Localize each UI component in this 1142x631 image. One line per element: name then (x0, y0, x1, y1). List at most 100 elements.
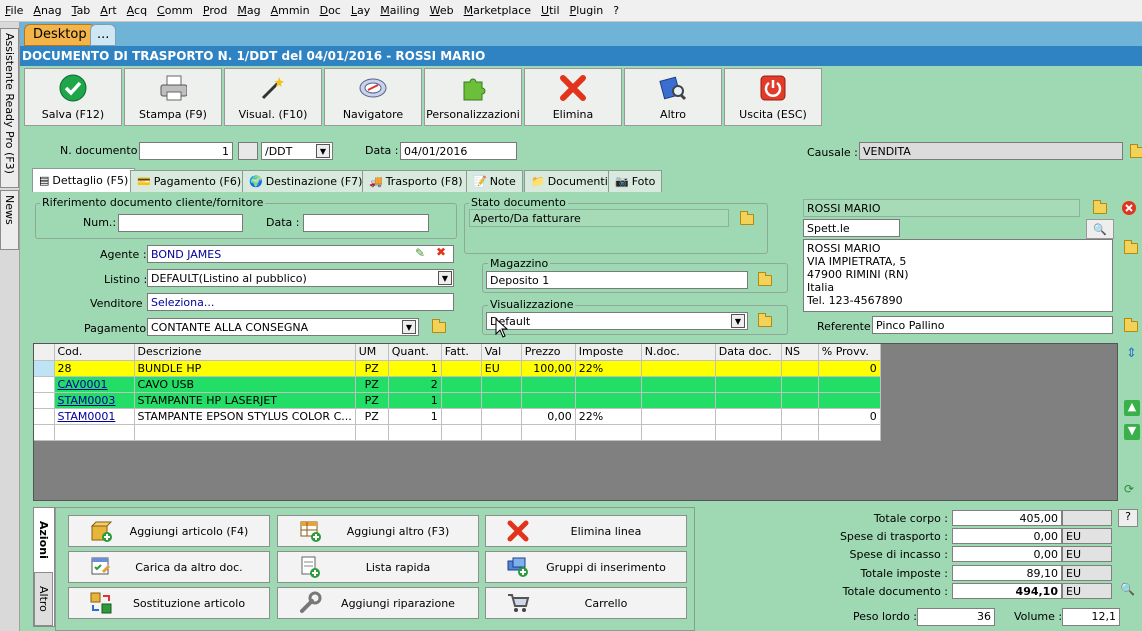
cell-desc[interactable]: STAMPANTE EPSON STYLUS COLOR C... (134, 408, 356, 425)
view-mode-dropdown-arrow-icon[interactable]: ▼ (731, 314, 745, 328)
refresh-icon[interactable]: ⟳ (1124, 482, 1134, 496)
load-from-document-button[interactable]: Carica da altro doc. (68, 551, 270, 583)
payment-select[interactable]: CONTANTE ALLA CONSEGNA (147, 318, 419, 336)
cell-um[interactable]: PZ (355, 392, 389, 409)
warehouse-folder-button[interactable] (754, 270, 776, 290)
causale-field[interactable]: VENDITA (859, 142, 1123, 160)
table-row[interactable]: STAM0001 STAMPANTE EPSON STYLUS COLOR C..… (34, 408, 881, 425)
menu-item[interactable]: Lay (346, 4, 375, 17)
status-folder-button[interactable] (736, 209, 758, 229)
calculator-icon[interactable]: 🔍 (1120, 582, 1135, 596)
print-button[interactable]: Stampa (F9) (124, 68, 222, 126)
column-header[interactable]: N.doc. (641, 344, 716, 361)
empty-cell[interactable] (388, 424, 442, 441)
payment-folder-button[interactable] (428, 317, 450, 337)
cell-desc[interactable]: BUNDLE HP (134, 360, 356, 377)
cell-val[interactable]: EU (481, 360, 522, 377)
cell-tax[interactable] (575, 376, 642, 393)
view-mode-folder-button[interactable] (754, 311, 776, 331)
gross-weight-value[interactable]: 36 (917, 608, 995, 626)
column-header[interactable]: Descrizione (134, 344, 356, 361)
tab-more[interactable]: ... (90, 24, 117, 46)
empty-cell[interactable] (441, 424, 482, 441)
customer-folder-button[interactable] (1089, 198, 1111, 218)
row-selector[interactable] (34, 392, 55, 409)
cell-price[interactable]: 0,00 (521, 408, 576, 425)
empty-cell[interactable] (481, 424, 522, 441)
tab-destination[interactable]: 🌍 Destinazione (F7) (242, 170, 370, 192)
volume-value[interactable]: 12,1 (1062, 608, 1120, 626)
column-header[interactable]: % Provv. (818, 344, 881, 361)
cell-val[interactable] (481, 376, 522, 393)
number-lock-box[interactable] (238, 142, 258, 160)
cell-tax[interactable] (575, 392, 642, 409)
reference-number-input[interactable] (118, 214, 243, 232)
cell-ns[interactable] (781, 376, 819, 393)
causale-folder-button[interactable] (1126, 142, 1142, 162)
cell-val[interactable] (481, 392, 522, 409)
replace-article-button[interactable]: Sostituzione articolo (68, 587, 270, 619)
customer-search-button[interactable]: 🔍 (1086, 219, 1114, 239)
collection-cost-value[interactable]: 0,00 (952, 546, 1062, 562)
price-list-select[interactable]: DEFAULT(Listino al pubblico) (147, 269, 454, 287)
tab-other[interactable]: Altro (34, 572, 53, 626)
cell-fatt[interactable] (441, 408, 482, 425)
series-dropdown-arrow-icon[interactable]: ▼ (316, 144, 330, 158)
cell-um[interactable]: PZ (355, 408, 389, 425)
tab-actions[interactable]: Azioni (34, 510, 53, 570)
view-mode-select[interactable]: Default (486, 312, 748, 330)
empty-cell[interactable] (641, 424, 716, 441)
move-up-arrow-icon[interactable]: ▲ (1124, 400, 1140, 416)
customize-button[interactable]: Personalizzazioni (424, 68, 522, 126)
customer-address-box[interactable]: ROSSI MARIO VIA IMPIETRATA, 5 47900 RIMI… (803, 239, 1113, 312)
contact-folder-button[interactable] (1120, 316, 1142, 336)
delete-line-button[interactable]: Elimina linea (485, 515, 687, 547)
menu-item[interactable]: Mailing (375, 4, 424, 17)
table-row-empty[interactable] (34, 424, 881, 441)
menu-item[interactable]: File (0, 4, 28, 17)
cell-fatt[interactable] (441, 376, 482, 393)
empty-cell[interactable] (818, 424, 881, 441)
menu-item[interactable]: Plugin (565, 4, 609, 17)
cell-date[interactable] (715, 392, 782, 409)
row-selector[interactable] (34, 360, 55, 377)
cell-provv[interactable] (818, 392, 881, 409)
column-header[interactable]: Prezzo (521, 344, 576, 361)
remove-customer-button[interactable] (1118, 198, 1140, 218)
table-row[interactable]: STAM0003 STAMPANTE HP LASERJET PZ 1 (34, 392, 881, 409)
contact-person-field[interactable]: Pinco Pallino (872, 316, 1113, 334)
edit-pencil-icon[interactable]: ✎ (415, 246, 425, 260)
menu-item[interactable]: Comm (152, 4, 198, 17)
tab-documents[interactable]: 📁 Documenti (524, 170, 615, 192)
customer-title-field[interactable]: Spett.le (803, 219, 900, 237)
cell-cod[interactable]: CAV0001 (54, 376, 135, 393)
cell-price[interactable] (521, 376, 576, 393)
warehouse-field[interactable]: Deposito 1 (486, 271, 748, 289)
cell-provv[interactable]: 0 (818, 360, 881, 377)
menu-item[interactable]: Ammin (266, 4, 315, 17)
cell-qty[interactable]: 1 (388, 360, 442, 377)
empty-cell[interactable] (34, 424, 55, 441)
empty-cell[interactable] (134, 424, 356, 441)
menu-item[interactable]: Art (95, 4, 121, 17)
payment-dropdown-arrow-icon[interactable]: ▼ (402, 320, 416, 334)
add-other-button[interactable]: Aggiungi altro (F3) (277, 515, 479, 547)
tab-transport[interactable]: 🚚 Trasporto (F8) (362, 170, 470, 192)
column-header[interactable]: UM (355, 344, 389, 361)
cell-ns[interactable] (781, 392, 819, 409)
empty-cell[interactable] (781, 424, 819, 441)
cell-fatt[interactable] (441, 360, 482, 377)
tab-payment[interactable]: 💳 Pagamento (F6) (130, 170, 249, 192)
cell-ns[interactable] (781, 408, 819, 425)
menu-item[interactable]: Tab (67, 4, 96, 17)
tab-notes[interactable]: 📝 Note (466, 170, 523, 192)
column-header[interactable]: Imposte (575, 344, 642, 361)
document-date-input[interactable]: 04/01/2016 (400, 142, 517, 160)
row-selector[interactable] (34, 376, 55, 393)
agent-field[interactable]: BOND JAMES (147, 245, 454, 263)
column-header[interactable]: Data doc. (715, 344, 782, 361)
exit-button[interactable]: Uscita (ESC) (724, 68, 822, 126)
menu-item[interactable]: Prod (198, 4, 232, 17)
preview-button[interactable]: Visual. (F10) (224, 68, 322, 126)
help-button[interactable]: ? (1118, 509, 1138, 527)
